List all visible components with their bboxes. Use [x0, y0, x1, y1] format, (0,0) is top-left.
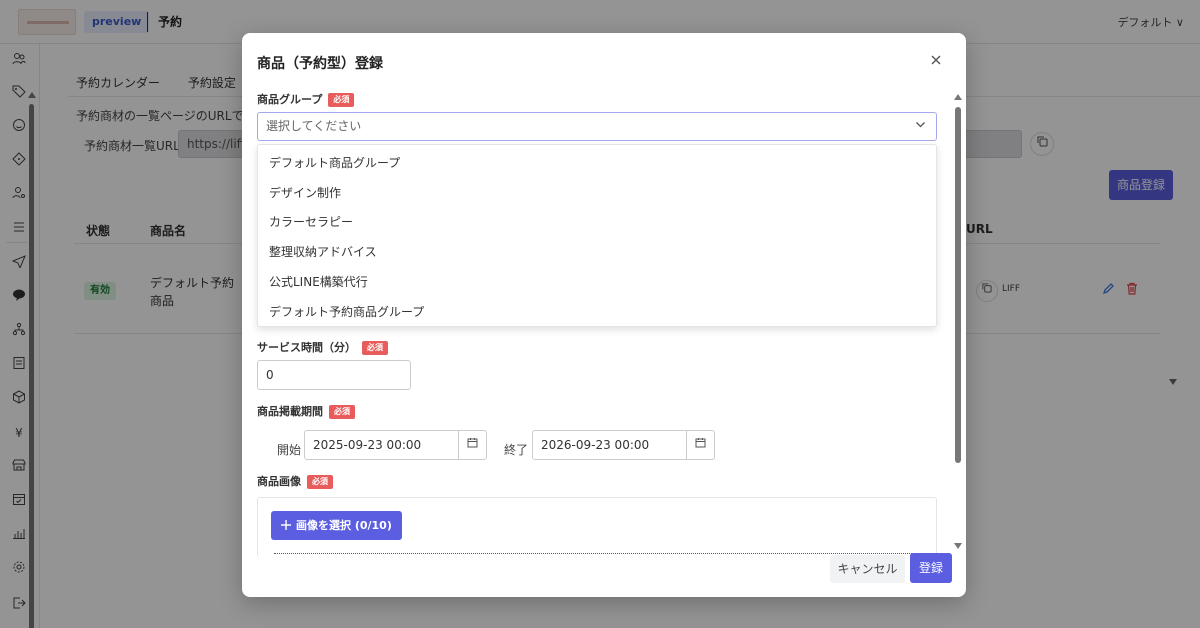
product-image-area: 画像を選択 (0/10) [257, 497, 937, 557]
product-register-modal: 商品（予約型）登録 商品グループ 必須 選択してください デフォルト商品グループ … [242, 33, 966, 597]
modal-scroll-down-icon[interactable] [954, 543, 962, 549]
end-date-input[interactable]: 2026-09-23 00:00 [532, 430, 715, 460]
dropdown-option[interactable]: カラーセラピー [269, 213, 353, 230]
dropdown-option[interactable]: デザイン制作 [269, 184, 341, 201]
service-time-label: サービス時間（分） 必須 [257, 339, 388, 355]
chevron-down-icon [915, 113, 926, 140]
product-group-select[interactable]: 選択してください [257, 112, 937, 141]
product-group-label-text: 商品グループ [257, 93, 323, 106]
required-badge: 必須 [362, 341, 388, 355]
required-badge: 必須 [307, 475, 333, 489]
listing-period-label-text: 商品掲載期間 [257, 405, 323, 418]
service-time-label-text: サービス時間（分） [257, 341, 356, 354]
close-icon[interactable] [930, 51, 942, 70]
modal-scroll-up-icon[interactable] [954, 94, 962, 100]
select-image-label: 画像を選択 (0/10) [296, 519, 392, 532]
end-date-label: 終了 [504, 443, 529, 457]
product-image-label-text: 商品画像 [257, 475, 301, 488]
dropdown-option[interactable]: 整理収納アドバイス [269, 243, 377, 260]
calendar-icon[interactable] [686, 431, 714, 459]
dropdown-option[interactable]: 公式LINE構築代行 [269, 273, 368, 290]
required-badge: 必須 [328, 93, 355, 107]
product-image-label: 商品画像 必須 [257, 473, 333, 489]
calendar-icon[interactable] [458, 431, 486, 459]
image-drop-border [274, 553, 934, 554]
end-date-value: 2026-09-23 00:00 [541, 438, 650, 452]
required-badge: 必須 [329, 405, 355, 419]
start-date-input[interactable]: 2025-09-23 00:00 [304, 430, 487, 460]
cancel-button[interactable]: キャンセル [830, 555, 905, 583]
modal-scrollbar[interactable] [955, 107, 961, 463]
dropdown-option[interactable]: デフォルト商品グループ [269, 154, 400, 171]
service-time-input[interactable]: 0 [257, 360, 411, 390]
listing-period-label: 商品掲載期間 必須 [257, 403, 355, 419]
modal-title: 商品（予約型）登録 [257, 56, 383, 72]
select-image-button[interactable]: 画像を選択 (0/10) [271, 511, 402, 540]
product-group-dropdown: デフォルト商品グループ デザイン制作 カラーセラピー 整理収納アドバイス 公式L… [257, 144, 937, 327]
product-group-label: 商品グループ 必須 [257, 91, 355, 107]
dropdown-option[interactable]: デフォルト予約商品グループ [269, 303, 424, 320]
product-group-placeholder: 選択してください [266, 119, 362, 133]
start-date-label: 開始 [277, 443, 302, 457]
save-button[interactable]: 登録 [910, 553, 952, 583]
start-date-value: 2025-09-23 00:00 [313, 438, 422, 452]
plus-icon [281, 520, 291, 530]
